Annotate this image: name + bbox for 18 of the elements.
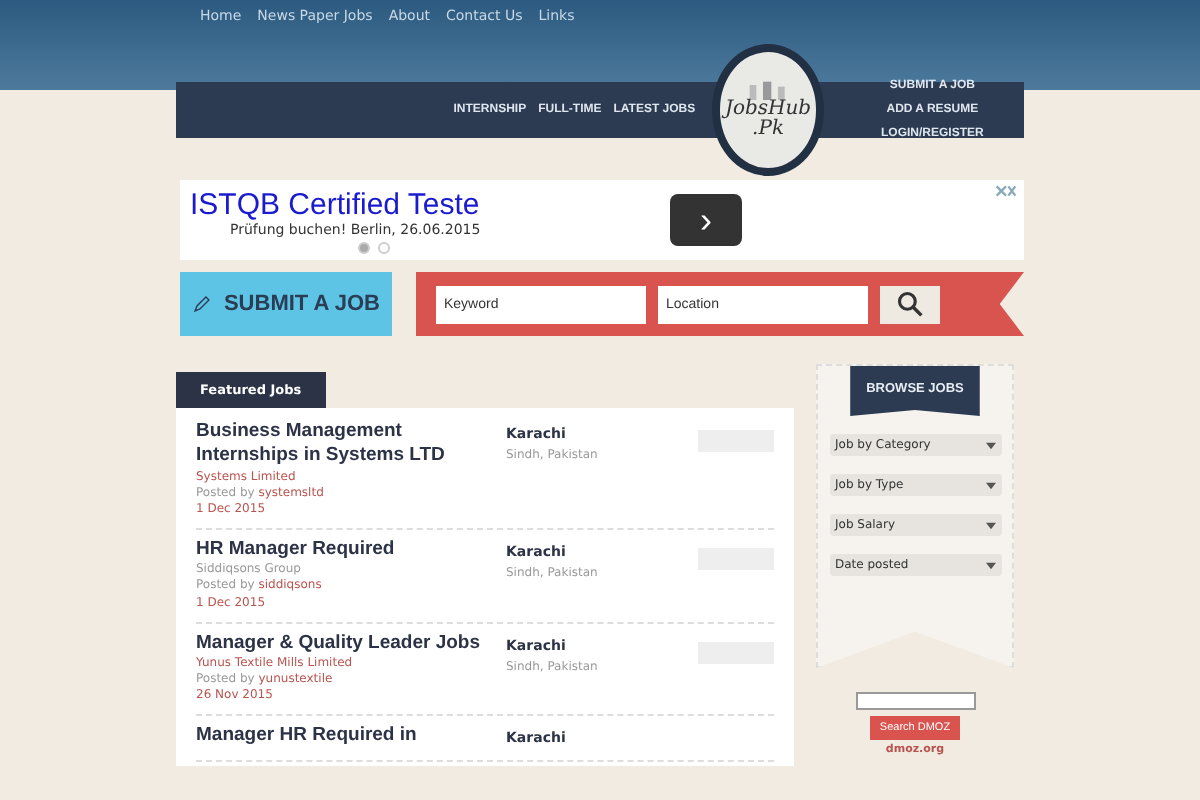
carousel-dot[interactable] <box>358 241 370 253</box>
caret-icon <box>985 561 995 569</box>
carousel-dot[interactable] <box>378 241 390 253</box>
caret-icon <box>985 521 995 529</box>
dmoz-search-field[interactable] <box>855 692 975 710</box>
submit-job-button[interactable]: SUBMIT A JOB <box>180 272 392 336</box>
caret-icon <box>985 481 995 489</box>
job-title[interactable]: Manager HR Required in <box>196 724 496 750</box>
job-title[interactable]: Business Management Internships in Systems LTD <box>196 420 496 470</box>
job-title[interactable]: HR Manager Required <box>196 537 496 563</box>
job-title[interactable]: Manager & Quality Leader Jobs <box>196 631 496 656</box>
ad-headline[interactable]: ISTQB Certified Teste <box>190 187 550 221</box>
caret-icon <box>985 441 995 449</box>
site-logo[interactable]: JobsHub .Pk <box>711 44 825 176</box>
next-button[interactable]: › <box>670 194 742 246</box>
search-button[interactable] <box>880 285 940 323</box>
search-icon <box>896 290 924 318</box>
ad-close-icon[interactable] <box>992 184 1020 198</box>
